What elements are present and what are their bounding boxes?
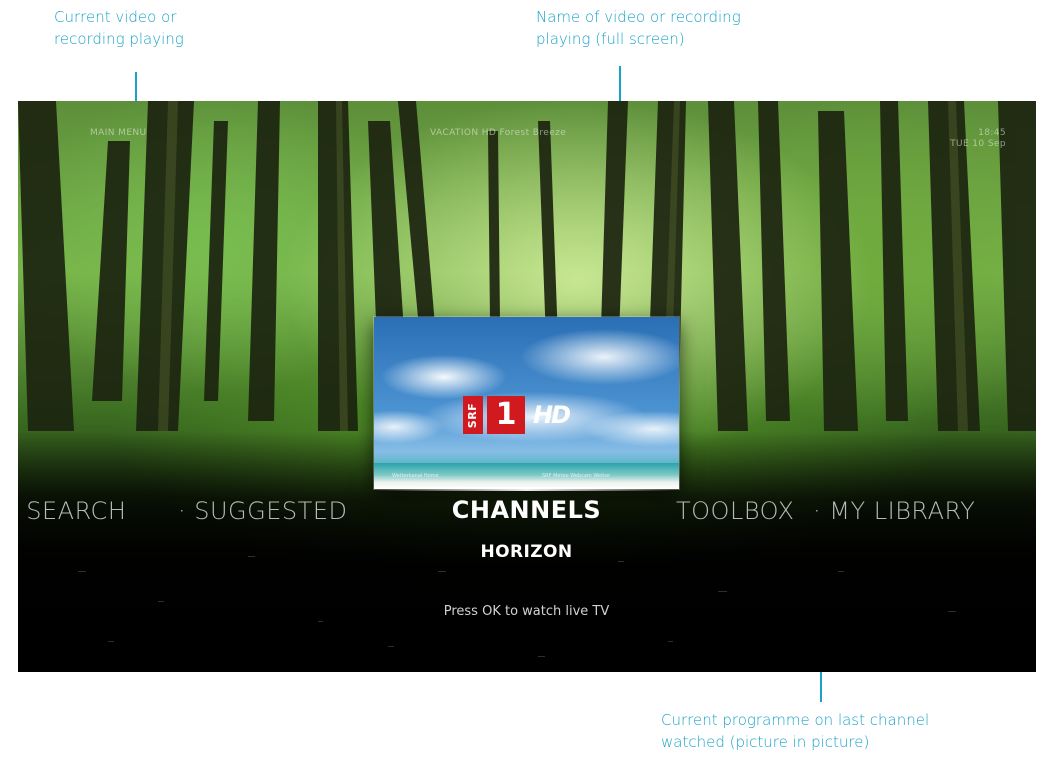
ok-hint: Press OK to watch live TV: [443, 604, 610, 619]
annotation-pip-programme: Current programme on last channel watche…: [661, 711, 930, 751]
clock: 18:45 TUE 10 Sep: [950, 128, 1006, 150]
pip-ticker-right: SRF Meteo Webcam Wetter: [542, 473, 611, 479]
clock-time: 18:45: [978, 128, 1006, 138]
channel-logo-srf-text: SRF: [466, 402, 480, 428]
clock-date: TUE 10 Sep: [950, 139, 1006, 149]
pip-ticker-left: Wetterkanal Home: [392, 473, 439, 479]
channel-logo-srf-block: SRF: [463, 396, 483, 434]
channel-logo-number: 1: [487, 396, 525, 434]
now-playing-title: VACATION HD Forest Breeze: [430, 128, 567, 138]
submenu-horizon[interactable]: HORIZON: [374, 542, 679, 562]
tv-screen: MAIN MENU VACATION HD Forest Breeze 18:4…: [18, 101, 1036, 672]
menu-item-channels-selected[interactable]: CHANNELS: [374, 496, 679, 524]
selection-highlight: [374, 487, 679, 491]
menu-item-search[interactable]: · SEARCH: [18, 497, 126, 525]
annotation-current-video: Current video or recording playing: [54, 8, 184, 48]
menu-item-toolbox[interactable]: TOOLBOX: [676, 497, 794, 525]
menu-item-my-library[interactable]: · MY LIBRARY: [813, 497, 975, 525]
channel-logo: SRF 1 HD: [463, 396, 571, 434]
picture-in-picture[interactable]: Wetterkanal Home SRF Meteo Webcam Wetter…: [374, 317, 679, 489]
channel-logo-hd: HD: [533, 401, 571, 429]
menu-item-suggested[interactable]: · SUGGESTED: [178, 497, 347, 525]
screen-section-label: MAIN MENU: [90, 128, 147, 138]
annotation-video-name: Name of video or recording playing (full…: [536, 8, 741, 48]
